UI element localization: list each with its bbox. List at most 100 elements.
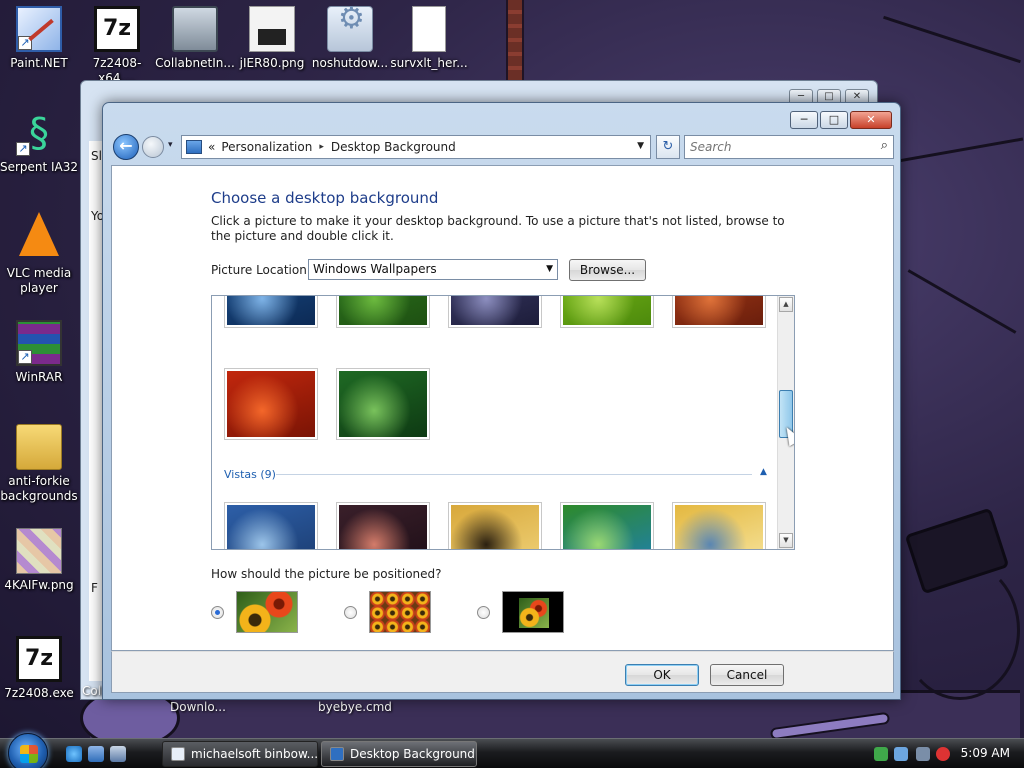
address-bar[interactable]: « Personalization ▸ Desktop Background ▼	[181, 135, 651, 159]
control-panel-icon	[330, 747, 344, 761]
breadcrumb-personalization[interactable]: Personalization	[221, 140, 312, 154]
search-icon[interactable]: ⌕	[881, 138, 888, 153]
taskbar-item-active[interactable]: Desktop Background	[321, 741, 477, 767]
breadcrumb-desktop-background[interactable]: Desktop Background	[331, 140, 456, 154]
position-option-tile[interactable]	[344, 591, 434, 635]
wallpaper-thumbnail-orange-fur[interactable]	[672, 296, 766, 328]
system-tray: 5:09 AM	[864, 739, 1024, 768]
forward-button[interactable]	[142, 136, 164, 158]
desktop-icon-label: jIER80.png	[239, 56, 305, 70]
browse-button[interactable]: Browse...	[569, 259, 646, 281]
desktop-icon-label: CollabnetIn...	[155, 56, 235, 70]
position-radio-tile[interactable]	[344, 606, 357, 619]
desktop-icon-serpent[interactable]: § ↗ Serpent IA32	[0, 110, 82, 175]
wallpaper-thumbnail-green-blade[interactable]	[560, 296, 654, 328]
desktop-icon-4kaifw[interactable]: 4KAIFw.png	[0, 528, 82, 593]
back-button[interactable]: ←	[113, 134, 139, 160]
scroll-down-button[interactable]: ▼	[779, 533, 793, 548]
vlc-cone-icon	[19, 212, 59, 256]
desktop-icon-label: anti-forkie backgrounds	[0, 474, 78, 503]
wallpaper-thumbnail-pebbles[interactable]	[448, 296, 542, 328]
script-gear-icon	[327, 6, 373, 52]
collapse-group-icon[interactable]: ▲	[760, 467, 767, 477]
desktop-icon-label: Serpent IA32	[0, 160, 79, 174]
taskbar-item-label: michaelsoft binbow...	[191, 747, 318, 761]
wallpaper-thumbnail-mountain-lake[interactable]	[224, 502, 318, 549]
recent-pages-dropdown[interactable]: ▾	[168, 140, 173, 150]
wallpaper-thumbnail-dusk-sky[interactable]	[336, 502, 430, 549]
position-option-center[interactable]	[477, 591, 567, 635]
search-input[interactable]	[685, 136, 865, 158]
maximize-button[interactable]: □	[820, 111, 848, 129]
position-preview-tile[interactable]	[369, 591, 431, 633]
clock[interactable]: 5:09 AM	[961, 746, 1010, 760]
gallery-scrollbar[interactable]: ▲ ▼	[777, 296, 794, 549]
wallpaper-thumbnail-rocky-sunset[interactable]	[448, 502, 542, 549]
minimize-button[interactable]: ─	[790, 111, 818, 129]
desktop-icon-paintnet[interactable]: ↗ Paint.NET	[0, 6, 82, 71]
position-radio-fit[interactable]	[211, 606, 224, 619]
desktop-icon-collabnet[interactable]: CollabnetIn...	[152, 6, 238, 71]
volume-muted-icon[interactable]	[936, 747, 950, 761]
explorer-window-icon	[171, 747, 185, 761]
position-option-fit[interactable]	[211, 591, 301, 635]
scroll-up-button[interactable]: ▲	[779, 297, 793, 312]
wallpaper-thumbnail-bamboo[interactable]	[336, 368, 430, 440]
wallpaper-post	[506, 0, 524, 80]
desktop-icon-vlc[interactable]: VLC media player	[0, 212, 82, 296]
internet-explorer-icon[interactable]	[66, 746, 82, 762]
desktop-icon-label: survxlt_her...	[390, 56, 468, 70]
breadcrumb-separator-icon[interactable]: ▸	[319, 142, 324, 152]
breadcrumb-overflow[interactable]: «	[208, 140, 215, 154]
control-panel-icon	[186, 140, 202, 154]
winrar-icon: ↗	[16, 320, 62, 366]
wallpaper-thumbnail-red-gerbera[interactable]	[224, 368, 318, 440]
desktop-icon-survxlt[interactable]: survxlt_her...	[386, 6, 472, 71]
position-label: How should the picture be positioned?	[211, 567, 442, 581]
refresh-button[interactable]: ↻	[656, 135, 680, 159]
page-description: Click a picture to make it your desktop …	[211, 214, 785, 243]
display-icon[interactable]	[916, 747, 930, 761]
wallpaper-thumbnail-golden-sunrise[interactable]	[672, 502, 766, 549]
group-divider	[276, 474, 752, 475]
image-file-icon	[249, 6, 295, 52]
position-radio-center[interactable]	[477, 606, 490, 619]
wallpaper-thumbnail-blue-wave[interactable]	[224, 296, 318, 328]
desktop-icon-7z-installer[interactable]: 7z 7z2408-x64....	[74, 6, 160, 86]
sync-icon[interactable]	[894, 747, 908, 761]
desktop-icon-7z-exe[interactable]: 7z 7z2408.exe	[0, 636, 82, 701]
desktop-partial-label[interactable]: Downlo...	[170, 700, 226, 714]
group-label-vistas[interactable]: Vistas (9)	[224, 468, 276, 481]
wallpaper-thumbnail-green-leaves[interactable]	[336, 296, 430, 328]
position-preview-center[interactable]	[502, 591, 564, 633]
search-box[interactable]: ⌕	[684, 135, 894, 159]
desktop-background-window[interactable]: ─ □ ✕ ← ▾ « Personalization ▸ Desktop Ba…	[102, 102, 901, 700]
desktop-icon-noshutdown[interactable]: noshutdow...	[307, 6, 393, 71]
ok-button[interactable]: OK	[625, 664, 699, 686]
serpent-icon: § ↗	[16, 110, 62, 156]
image-file-icon	[16, 528, 62, 574]
position-preview-fit[interactable]	[236, 591, 298, 633]
start-button[interactable]	[8, 733, 48, 768]
cancel-button[interactable]: Cancel	[710, 664, 784, 686]
navigation-bar: ← ▾ « Personalization ▸ Desktop Backgrou…	[111, 133, 894, 161]
close-button[interactable]: ✕	[850, 111, 892, 129]
switch-windows-icon[interactable]	[110, 746, 126, 762]
wallpaper-gallery[interactable]: Vistas (9) ▲ ▲ ▼	[211, 295, 795, 550]
address-dropdown-icon[interactable]: ▼	[637, 141, 644, 151]
show-desktop-icon[interactable]	[88, 746, 104, 762]
blank-file-icon	[412, 6, 446, 52]
wallpaper-thumbnail-palm-leaf[interactable]	[560, 502, 654, 549]
desktop-icon-label: noshutdow...	[311, 56, 389, 70]
desktop-icon-antiforkie[interactable]: anti-forkie backgrounds	[0, 424, 82, 504]
desktop-icon-label: 4KAIFw.png	[4, 578, 74, 592]
desktop-icon-jier80[interactable]: jIER80.png	[229, 6, 315, 71]
background-window-fragment: F	[91, 581, 98, 595]
taskbar-item[interactable]: michaelsoft binbow...	[162, 741, 318, 767]
picture-location-select[interactable]: Windows Wallpapers ▼	[308, 259, 558, 280]
picture-location-label: Picture Location	[211, 263, 307, 277]
network-icon[interactable]	[874, 747, 888, 761]
desktop-partial-label[interactable]: byebye.cmd	[318, 700, 392, 714]
wallpaper-cable	[900, 560, 1020, 700]
desktop-icon-winrar[interactable]: ↗ WinRAR	[0, 320, 82, 385]
